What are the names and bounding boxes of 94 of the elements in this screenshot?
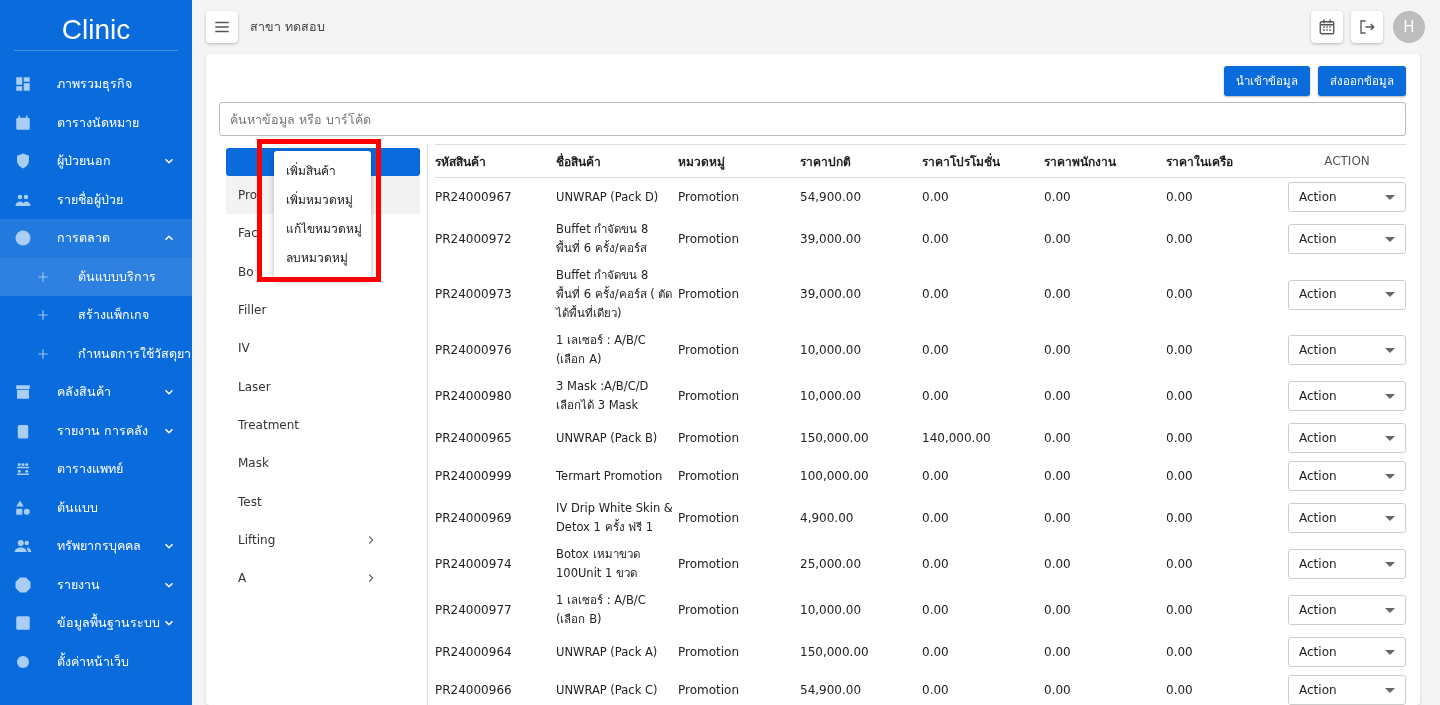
table-cell: 0.00 bbox=[922, 231, 949, 246]
table-cell-text: UNWRAP (Pack B) bbox=[556, 429, 659, 447]
branch-name: สาขา ทดสอบ bbox=[250, 18, 325, 36]
table-cell: 0.00 bbox=[1166, 644, 1193, 659]
table-cell: 0.00 bbox=[922, 510, 949, 525]
table-cell: 0.00 bbox=[922, 287, 949, 301]
table-cell: PR24000965 bbox=[435, 430, 512, 445]
table-cell: 0.00 bbox=[922, 602, 949, 617]
column-header: ชื่อสินค้า bbox=[556, 154, 601, 169]
column-header: ราคาโปรโมชั่น bbox=[922, 154, 1000, 169]
table-cell: PR24000966 bbox=[435, 682, 512, 697]
table-cell: Promotion bbox=[678, 388, 740, 403]
table-cell: PR24000969 bbox=[435, 510, 512, 525]
table-cell: 0.00 bbox=[922, 468, 949, 483]
table-cell: 0.00 bbox=[1044, 644, 1071, 659]
table-cell: 0.00 bbox=[1166, 602, 1193, 617]
table-cell: 150,000.00 bbox=[800, 644, 869, 659]
table-cell: Promotion bbox=[678, 602, 740, 617]
table-cell: 0.00 bbox=[1166, 430, 1193, 445]
table-cell: PR24000973 bbox=[435, 287, 512, 301]
table-cell: Promotion bbox=[678, 468, 740, 483]
table-cell: 10,000.00 bbox=[800, 342, 862, 357]
table-cell-text: Buffet กำจัดขน 8 พื้นที่ 6 ครั้ง/คอร์ส ( ตัดได้พื้นที่เดียว) bbox=[556, 267, 674, 322]
table-cell: PR24000974 bbox=[435, 556, 512, 571]
table-cell: 0.00 bbox=[922, 388, 949, 403]
table-cell: 0.00 bbox=[922, 342, 949, 357]
table-cell: PR24000976 bbox=[435, 342, 512, 357]
table-cell: 25,000.00 bbox=[800, 556, 862, 571]
table-cell-text: UNWRAP (Pack D) bbox=[556, 188, 660, 206]
column-header: ราคาในเครือ bbox=[1166, 154, 1233, 169]
table-cell: 0.00 bbox=[922, 556, 949, 571]
table-cell: Promotion bbox=[678, 644, 740, 659]
table-cell: Promotion bbox=[678, 189, 740, 204]
table-cell: 100,000.00 bbox=[800, 468, 869, 483]
table-cell: Promotion bbox=[678, 682, 740, 697]
table-cell: 0.00 bbox=[1166, 510, 1193, 525]
table-cell-text: UNWRAP (Pack C) bbox=[556, 681, 659, 699]
table-cell: 140,000.00 bbox=[922, 430, 991, 445]
table-cell: 54,900.00 bbox=[800, 682, 862, 697]
table-cell: 0.00 bbox=[1044, 556, 1071, 571]
table-cell: 39,000.00 bbox=[800, 287, 862, 301]
table-cell: PR24000999 bbox=[435, 468, 512, 483]
clinic-logo: Clinic bbox=[14, 0, 178, 51]
table-cell: 0.00 bbox=[922, 644, 949, 659]
table-cell: Promotion bbox=[678, 430, 740, 445]
table-cell-text: 3 Mask :A/B/C/D เลือกได้ 3 Mask bbox=[556, 378, 650, 414]
table-cell: 0.00 bbox=[1166, 342, 1193, 357]
table-cell: PR24000980 bbox=[435, 388, 512, 403]
table-cell: PR24000977 bbox=[435, 602, 512, 617]
table-cell: Promotion bbox=[678, 510, 740, 525]
table-cell: 0.00 bbox=[1166, 468, 1193, 483]
table-cell: 0.00 bbox=[1166, 682, 1193, 697]
table-cell-text: Buffet กำจัดขน 8 พื้นที่ 6 ครั้ง/คอร์ส bbox=[556, 221, 650, 257]
table-cell-text: IV Drip White Skin & Detox 1 ครั้ง ฟรี 1 bbox=[556, 500, 674, 536]
table-cell: 0.00 bbox=[1044, 287, 1071, 301]
table-cell: 10,000.00 bbox=[800, 602, 862, 617]
table-cell: 0.00 bbox=[1044, 602, 1071, 617]
table-cell: PR24000964 bbox=[435, 644, 512, 659]
table-cell-text: UNWRAP (Pack A) bbox=[556, 643, 659, 661]
column-header: ราคาพนักงาน bbox=[1044, 154, 1116, 169]
table-cell: 0.00 bbox=[1166, 287, 1193, 301]
table-cell: 0.00 bbox=[1044, 510, 1071, 525]
table-cell: 54,900.00 bbox=[800, 189, 862, 204]
table-cell: 0.00 bbox=[1166, 189, 1193, 204]
table-cell: 10,000.00 bbox=[800, 388, 862, 403]
table-cell: 0.00 bbox=[1044, 388, 1071, 403]
table-cell: 0.00 bbox=[1044, 189, 1071, 204]
table-cell: 0.00 bbox=[1044, 468, 1071, 483]
table-cell: 0.00 bbox=[1166, 556, 1193, 571]
table-cell: 0.00 bbox=[922, 682, 949, 697]
table-cell: 0.00 bbox=[922, 189, 949, 204]
table-cell: 39,000.00 bbox=[800, 231, 862, 246]
table-cell: Promotion bbox=[678, 556, 740, 571]
table-cell: Promotion bbox=[678, 231, 740, 246]
table-cell: 0.00 bbox=[1044, 682, 1071, 697]
table-cell: 0.00 bbox=[1044, 342, 1071, 357]
table-cell: Promotion bbox=[678, 287, 740, 301]
table-cell-text: Termart Promotion bbox=[556, 467, 664, 485]
column-header: รหัสสินค้า bbox=[435, 154, 486, 169]
table-cell: 4,900.00 bbox=[800, 510, 854, 525]
table-cell: 0.00 bbox=[1166, 388, 1193, 403]
column-header: ACTION bbox=[1324, 154, 1370, 168]
table-cell-text: 1 เลเซอร์ : A/B/C (เลือก B) bbox=[556, 592, 647, 628]
column-header: หมวดหมู่ bbox=[678, 154, 725, 169]
table-cell: 0.00 bbox=[1166, 231, 1193, 246]
table-cell: 150,000.00 bbox=[800, 430, 869, 445]
table-cell-text: 1 เลเซอร์ : A/B/C (เลือก A) bbox=[556, 332, 647, 368]
table-cell-text: Botox เหมาขวด 100Unit 1 ขวด bbox=[556, 546, 641, 582]
table-cell: PR24000967 bbox=[435, 189, 512, 204]
table-cell: 0.00 bbox=[1044, 430, 1071, 445]
table-cell: Promotion bbox=[678, 342, 740, 357]
column-header: ราคาปกติ bbox=[800, 154, 851, 169]
table-cell: 0.00 bbox=[1044, 231, 1071, 246]
table-cell: PR24000972 bbox=[435, 231, 512, 246]
